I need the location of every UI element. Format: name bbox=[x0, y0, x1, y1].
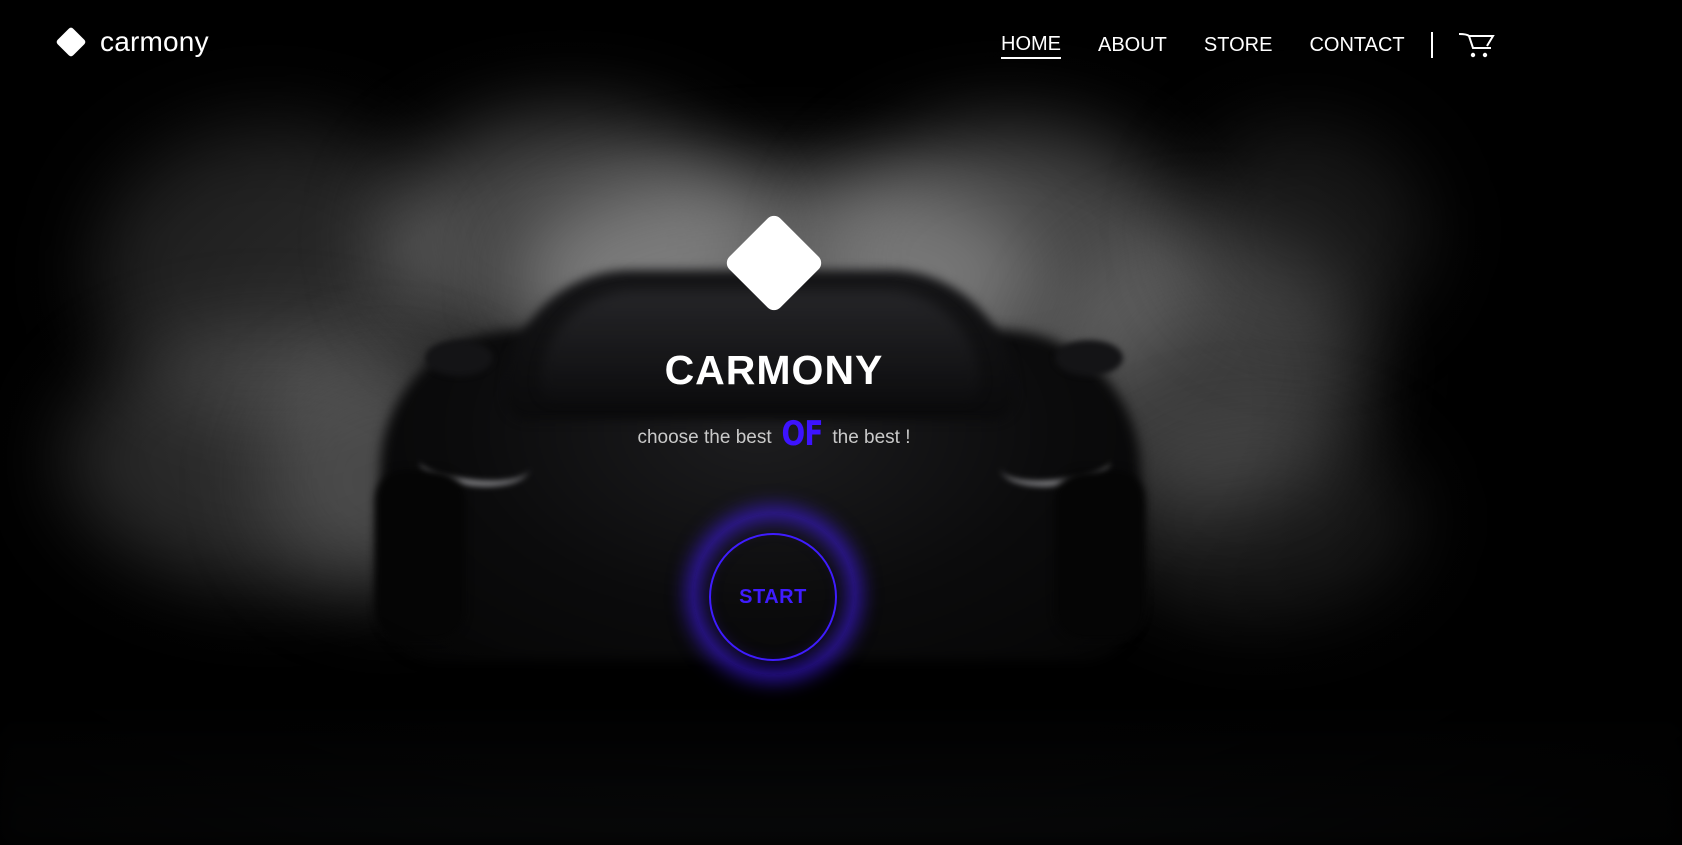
hero-title: CARMONY bbox=[664, 347, 884, 393]
tagline-text-before: choose the best bbox=[637, 427, 772, 448]
tagline-accent: OF bbox=[781, 414, 823, 454]
start-button[interactable]: START bbox=[709, 533, 837, 661]
page: carmony HOME ABOUT STORE CONTACT CARMONY… bbox=[0, 0, 1682, 845]
nav-item-about[interactable]: ABOUT bbox=[1098, 32, 1167, 58]
brand-logo-link[interactable]: carmony bbox=[54, 26, 209, 58]
brand-name: carmony bbox=[100, 26, 209, 57]
nav-item-contact[interactable]: CONTACT bbox=[1309, 32, 1404, 58]
hero-section: CARMONY choose the best OF the best ! ST… bbox=[0, 0, 1548, 845]
shopping-cart-icon[interactable] bbox=[1457, 30, 1497, 60]
tagline-text-after: the best ! bbox=[832, 427, 911, 448]
main-nav: HOME ABOUT STORE CONTACT bbox=[1001, 30, 1497, 60]
hero-tagline: choose the best OF the best ! bbox=[0, 414, 1548, 454]
nav-item-home[interactable]: HOME bbox=[1001, 31, 1061, 59]
nav-divider bbox=[1430, 32, 1433, 58]
top-navbar: carmony HOME ABOUT STORE CONTACT bbox=[0, 0, 1682, 86]
diamond-logo-icon bbox=[55, 26, 87, 58]
nav-item-store[interactable]: STORE bbox=[1204, 32, 1273, 58]
diamond-logo-icon bbox=[723, 212, 825, 314]
